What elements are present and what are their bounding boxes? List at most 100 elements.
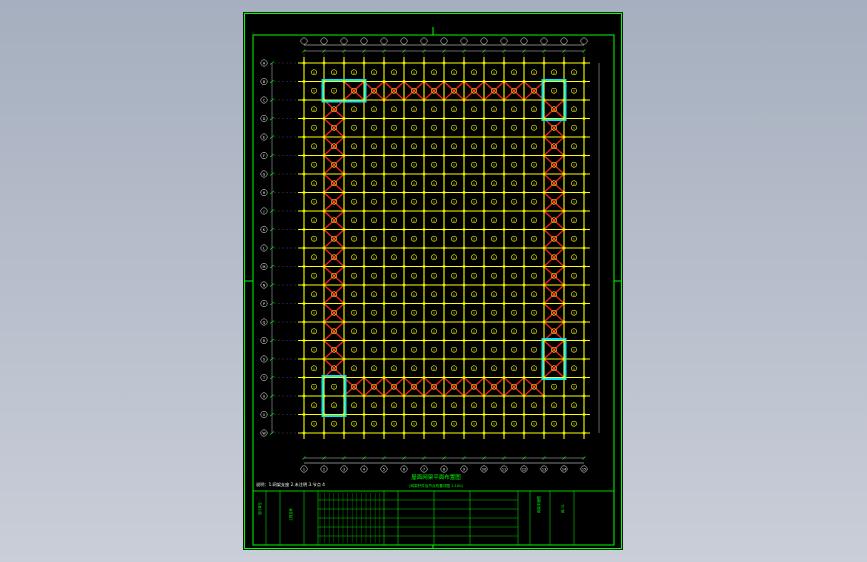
panel-node-mark: ○ [533, 292, 536, 296]
panel-node-mark: ○ [373, 126, 376, 130]
axis-label-column: 9 [463, 468, 465, 472]
panel-node-mark: ○ [373, 403, 376, 407]
panel-node-mark: ○ [473, 181, 476, 185]
panel-node-mark: ○ [373, 163, 376, 167]
panel-node-mark: ○ [353, 348, 356, 352]
panel-node-mark: ○ [433, 107, 436, 111]
panel-node-mark: ○ [453, 348, 456, 352]
axis-label-column: 7 [423, 468, 425, 472]
panel-node-mark: ○ [373, 292, 376, 296]
panel-node-mark: ○ [493, 292, 496, 296]
panel-node-mark: ○ [413, 181, 416, 185]
panel-node-mark: ○ [473, 237, 476, 241]
panel-node-mark: ○ [393, 200, 396, 204]
panel-node-mark: ○ [373, 274, 376, 278]
panel-node-mark: ○ [473, 403, 476, 407]
panel-node-mark: ○ [533, 126, 536, 130]
axis-label-column: 4 [363, 468, 365, 472]
panel-node-mark: ○ [353, 144, 356, 148]
axis-label-column: 12 [522, 468, 526, 472]
panel-node-mark: ○ [313, 329, 316, 333]
axis-label-column: 2 [323, 468, 325, 472]
notes-header: 说明：1.网架支座 2.未注明 3.节点 4 [256, 481, 325, 488]
panel-node-mark: ○ [513, 329, 516, 333]
panel-node-mark: ○ [453, 144, 456, 148]
panel-node-mark: ○ [313, 126, 316, 130]
drawing-number: 网-01 [561, 504, 565, 513]
panel-node-mark: ○ [533, 422, 536, 426]
panel-node-mark: ○ [513, 200, 516, 204]
axis-label-column: 11 [502, 468, 506, 472]
panel-node-mark: ○ [353, 255, 356, 259]
panel-node-mark: ○ [473, 107, 476, 111]
panel-node-mark: ○ [353, 292, 356, 296]
axis-label-column: 3 [343, 468, 345, 472]
panel-node-mark: ○ [353, 107, 356, 111]
axis-label-column: 10 [482, 468, 486, 472]
panel-node-mark: ○ [413, 218, 416, 222]
panel-node-mark: ○ [573, 126, 576, 130]
panel-node-mark: ○ [353, 311, 356, 315]
panel-node-mark: ○ [473, 70, 476, 74]
panel-node-mark: ○ [393, 348, 396, 352]
axis-bubble-column-top [580, 37, 588, 45]
panel-node-mark: ○ [373, 218, 376, 222]
panel-node-mark: ○ [453, 422, 456, 426]
panel-node-mark: ○ [473, 292, 476, 296]
panel-node-mark: ○ [353, 422, 356, 426]
panel-node-mark: ○ [493, 255, 496, 259]
panel-node-mark: ○ [373, 366, 376, 370]
panel-node-mark: ○ [353, 70, 356, 74]
panel-node-mark: ○ [513, 255, 516, 259]
panel-node-mark: ○ [573, 422, 576, 426]
axis-label-row: J [263, 209, 265, 213]
panel-node-mark: ○ [473, 274, 476, 278]
panel-node-mark: ○ [373, 311, 376, 315]
panel-node-mark: ○ [513, 311, 516, 315]
panel-node-mark: ○ [573, 274, 576, 278]
drawing-subtitle: (网架杆件及节点布置详图 1:100) [409, 483, 463, 488]
panel-node-mark: ○ [533, 107, 536, 111]
panel-node-mark: ○ [513, 403, 516, 407]
axis-label-row: N [263, 283, 266, 287]
panel-node-mark: ○ [433, 163, 436, 167]
panel-node-mark: ○ [393, 311, 396, 315]
panel-node-mark: ○ [453, 292, 456, 296]
panel-node-mark: ○ [513, 107, 516, 111]
panel-node-mark: ○ [533, 163, 536, 167]
panel-node-mark: ○ [313, 385, 316, 389]
panel-node-mark: ○ [513, 366, 516, 370]
panel-node-mark: ○ [453, 237, 456, 241]
panel-node-mark: ○ [433, 403, 436, 407]
axis-label-row: L [263, 246, 265, 250]
panel-node-mark: ○ [433, 329, 436, 333]
panel-node-mark: ○ [453, 200, 456, 204]
panel-node-mark: ○ [433, 126, 436, 130]
panel-node-mark: ○ [513, 181, 516, 185]
panel-node-mark: ○ [533, 366, 536, 370]
panel-node-mark: ○ [353, 163, 356, 167]
panel-node-mark: ○ [493, 126, 496, 130]
panel-node-mark: ○ [473, 163, 476, 167]
panel-node-mark: ○ [573, 163, 576, 167]
panel-node-mark: ○ [333, 70, 336, 74]
panel-node-mark: ○ [493, 107, 496, 111]
axis-bubble-column-top [380, 37, 388, 45]
panel-node-mark: ○ [433, 237, 436, 241]
panel-node-mark: ○ [353, 366, 356, 370]
panel-node-mark: ○ [573, 107, 576, 111]
panel-node-mark: ○ [353, 218, 356, 222]
axis-label-row: C [263, 98, 266, 102]
panel-node-mark: ○ [373, 181, 376, 185]
cad-viewport[interactable]: ○ ○ ○ ○ ○ ○ ○ ○ ○ ○ ○ ○ ○ ○ ○ ○ ○ ○ ○ ○ ○ ○ ○ ○ ○ ○ ○ ○ ○ ○ ○ ○ ○ ○ ○ ○ ○ ○ ○ ○… [0, 0, 867, 562]
panel-node-mark: ○ [513, 274, 516, 278]
panel-node-mark: ○ [453, 126, 456, 130]
panel-node-mark: ○ [373, 200, 376, 204]
panel-node-mark: ○ [313, 237, 316, 241]
panel-node-mark: ○ [313, 89, 316, 93]
axis-bubble-column-top [300, 37, 308, 45]
axis-bubble-column-top [360, 37, 368, 45]
axis-label-column: 8 [443, 468, 445, 472]
panel-node-mark: ○ [413, 329, 416, 333]
panel-node-mark: ○ [553, 403, 556, 407]
